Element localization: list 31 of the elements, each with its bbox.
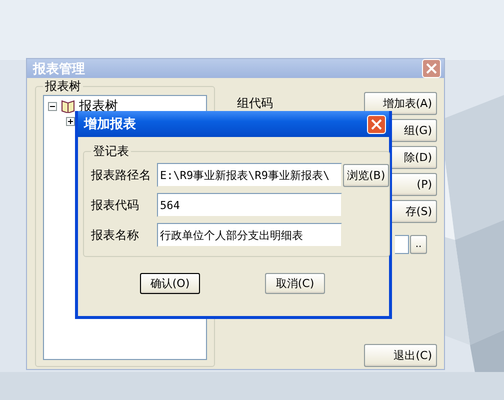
action-button[interactable]: 增加表(A) — [364, 92, 437, 115]
input-field[interactable]: E:\R9事业新报表\R9事业新报表\ — [157, 163, 342, 187]
input-field[interactable]: 行政单位个人部分支出明细表 — [157, 223, 342, 247]
expand-toggle[interactable] — [48, 102, 57, 110]
expand-toggle[interactable] — [66, 117, 75, 126]
browse-button[interactable]: 浏览(B) — [343, 164, 390, 186]
action-button[interactable]: (P) — [392, 173, 437, 196]
action-button[interactable]: 组(G) — [392, 119, 437, 142]
action-button[interactable]: 存(S) — [392, 200, 437, 223]
close-icon — [371, 118, 382, 130]
field-label: 报表路径名 — [91, 166, 152, 184]
close-button[interactable] — [367, 114, 386, 134]
group-title: 报表树 — [44, 78, 82, 95]
field-label: 报表代码 — [91, 196, 140, 214]
field-label: 报表名称 — [91, 226, 140, 244]
browse-button[interactable]: .. — [410, 235, 427, 254]
close-icon — [426, 63, 437, 74]
close-button[interactable] — [422, 59, 441, 78]
group-title: 登记表 — [92, 143, 130, 160]
dialog-title: 增加报表 — [84, 116, 136, 133]
window-title: 报表管理 — [33, 60, 85, 78]
exit-button[interactable]: 退出(C) — [364, 344, 437, 367]
plus-icon — [67, 118, 74, 125]
confirm-button[interactable]: 确认(O) — [140, 273, 200, 294]
input-field[interactable]: 564 — [157, 193, 342, 217]
cancel-button[interactable]: 取消(C) — [265, 273, 325, 294]
book-icon — [60, 99, 76, 113]
tree-node[interactable]: 报表树 — [79, 97, 118, 115]
action-button[interactable]: 除(D) — [392, 146, 437, 169]
input-field[interactable] — [395, 235, 409, 254]
group-code-label: 组代码 — [237, 95, 273, 112]
